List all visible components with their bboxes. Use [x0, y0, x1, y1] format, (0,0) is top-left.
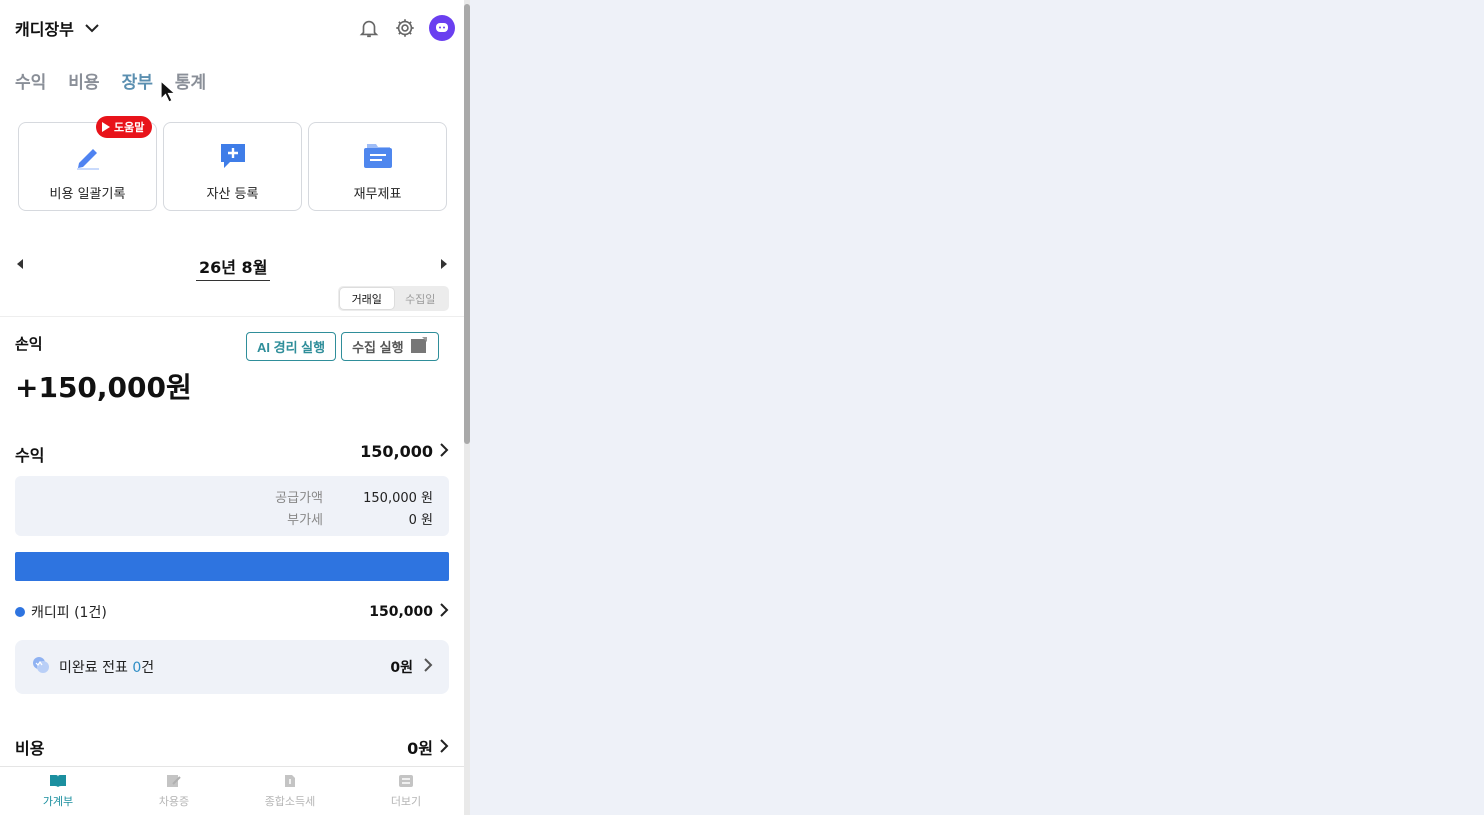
chevron-right-icon [439, 738, 449, 757]
nav-ledger-label: 가계부 [42, 794, 74, 808]
vat-label: 부가세 [287, 513, 323, 528]
income-item-value: 150,000 [369, 604, 433, 620]
nav-ledger[interactable]: 가계부 [0, 767, 116, 815]
bulk-expense-label: 비용 일괄기록 [49, 187, 126, 202]
chat-avatar-icon[interactable] [429, 15, 455, 41]
top-bar: 캐디장부 [15, 12, 455, 44]
folder-icon [362, 141, 394, 175]
document-icon [410, 336, 428, 357]
nav-income-tax-label: 종합소득세 [264, 794, 316, 808]
income-total: 150,000 [360, 442, 433, 461]
financial-statement-label: 재무제표 [353, 187, 402, 202]
income-title: 수익 [15, 446, 45, 465]
tab-ledger[interactable]: 장부 [122, 68, 153, 93]
coins-icon [31, 655, 51, 679]
income-item-label: 캐디피 (1건) [31, 605, 107, 621]
toggle-transaction-date[interactable]: 거래일 [340, 288, 394, 309]
expense-total: 0원 [407, 739, 433, 758]
play-icon [102, 122, 110, 132]
main-panel: 캐디장부 수익 비용 장부 통계 비용 일괄기록 자산 등록 재무제표 도움말 … [0, 0, 464, 815]
bell-icon[interactable] [357, 16, 381, 40]
pending-slips-row[interactable]: 미완료 전표 0건 0원 [15, 640, 449, 694]
collect-run-label: 수집 실행 [352, 340, 404, 355]
vat-row: 부가세 0 원 [253, 509, 433, 528]
divider [0, 316, 464, 317]
ai-accountant-label: AI 경리 실행 [257, 340, 326, 355]
nav-loan-note[interactable]: 차용증 [116, 767, 232, 815]
toggle-collection-date[interactable]: 수집일 [394, 288, 448, 309]
expense-title: 비용 [15, 739, 45, 758]
chevron-right-icon [439, 442, 449, 461]
expense-total-link[interactable]: 0원 [407, 735, 449, 759]
book-icon [49, 774, 67, 791]
income-item-value-wrap: 150,000 [369, 603, 449, 621]
quick-actions: 비용 일괄기록 자산 등록 재무제표 [18, 122, 447, 211]
pending-unit: 건 [141, 660, 155, 676]
more-list-icon [398, 774, 414, 791]
nav-more-label: 더보기 [390, 794, 422, 808]
tab-income[interactable]: 수익 [15, 68, 46, 93]
chat-plus-icon [218, 141, 248, 175]
nav-income-tax[interactable]: 종합소득세 [232, 767, 348, 815]
pl-amount: +150,000원 [15, 371, 192, 404]
pending-value-wrap: 0원 [390, 657, 433, 677]
chevron-right-icon [439, 603, 449, 621]
next-month-icon[interactable] [441, 259, 447, 269]
pl-title: 손익 [15, 335, 43, 353]
chevron-right-icon [423, 658, 433, 676]
brand-title[interactable]: 캐디장부 [15, 16, 74, 40]
mouse-cursor-icon [160, 80, 177, 103]
pencil-icon [73, 141, 103, 175]
pending-label: 미완료 전표 [59, 660, 128, 676]
income-tax-breakdown: 공급가액 150,000 원 부가세 0 원 [15, 476, 449, 536]
supply-label: 공급가액 [275, 491, 323, 506]
pl-buttons: AI 경리 실행 수집 실행 [246, 332, 439, 361]
period-label[interactable]: 26년 8월 [196, 254, 271, 281]
financial-statement-card[interactable]: 재무제표 [308, 122, 447, 211]
tab-stats[interactable]: 통계 [175, 68, 206, 93]
date-basis-toggle: 거래일 수집일 [338, 286, 449, 311]
tab-expense[interactable]: 비용 [68, 68, 99, 93]
tax-doc-icon [284, 774, 296, 791]
gear-icon[interactable] [393, 16, 417, 40]
pending-label-wrap: 미완료 전표 0건 [59, 657, 154, 677]
pending-count: 0 [132, 660, 142, 676]
nav-loan-note-label: 차용증 [158, 794, 190, 808]
ai-accountant-button[interactable]: AI 경리 실행 [246, 332, 337, 361]
period-selector: 26년 8월 [15, 250, 449, 281]
top-icons [357, 15, 455, 41]
asset-register-card[interactable]: 자산 등록 [163, 122, 302, 211]
collect-run-button[interactable]: 수집 실행 [341, 332, 439, 361]
help-badge[interactable]: 도움말 [96, 116, 153, 138]
income-total-link[interactable]: 150,000 [360, 442, 449, 461]
asset-register-label: 자산 등록 [206, 187, 259, 202]
nav-more[interactable]: 더보기 [348, 767, 464, 815]
chevron-down-icon[interactable] [84, 19, 102, 37]
contract-icon [166, 774, 182, 791]
supply-value: 150,000 원 [363, 491, 433, 506]
bottom-nav: 가계부 차용증 종합소득세 더보기 [0, 766, 464, 815]
pending-value: 0원 [390, 660, 413, 676]
income-item-row[interactable]: 캐디피 (1건) 150,000 [15, 601, 449, 623]
help-badge-label: 도움말 [114, 121, 145, 134]
supply-row: 공급가액 150,000 원 [253, 487, 433, 506]
prev-month-icon[interactable] [17, 259, 23, 269]
vat-value: 0 원 [408, 513, 433, 528]
income-share-bar [15, 552, 449, 581]
empty-content-area [470, 0, 1484, 815]
legend-dot [15, 607, 25, 617]
